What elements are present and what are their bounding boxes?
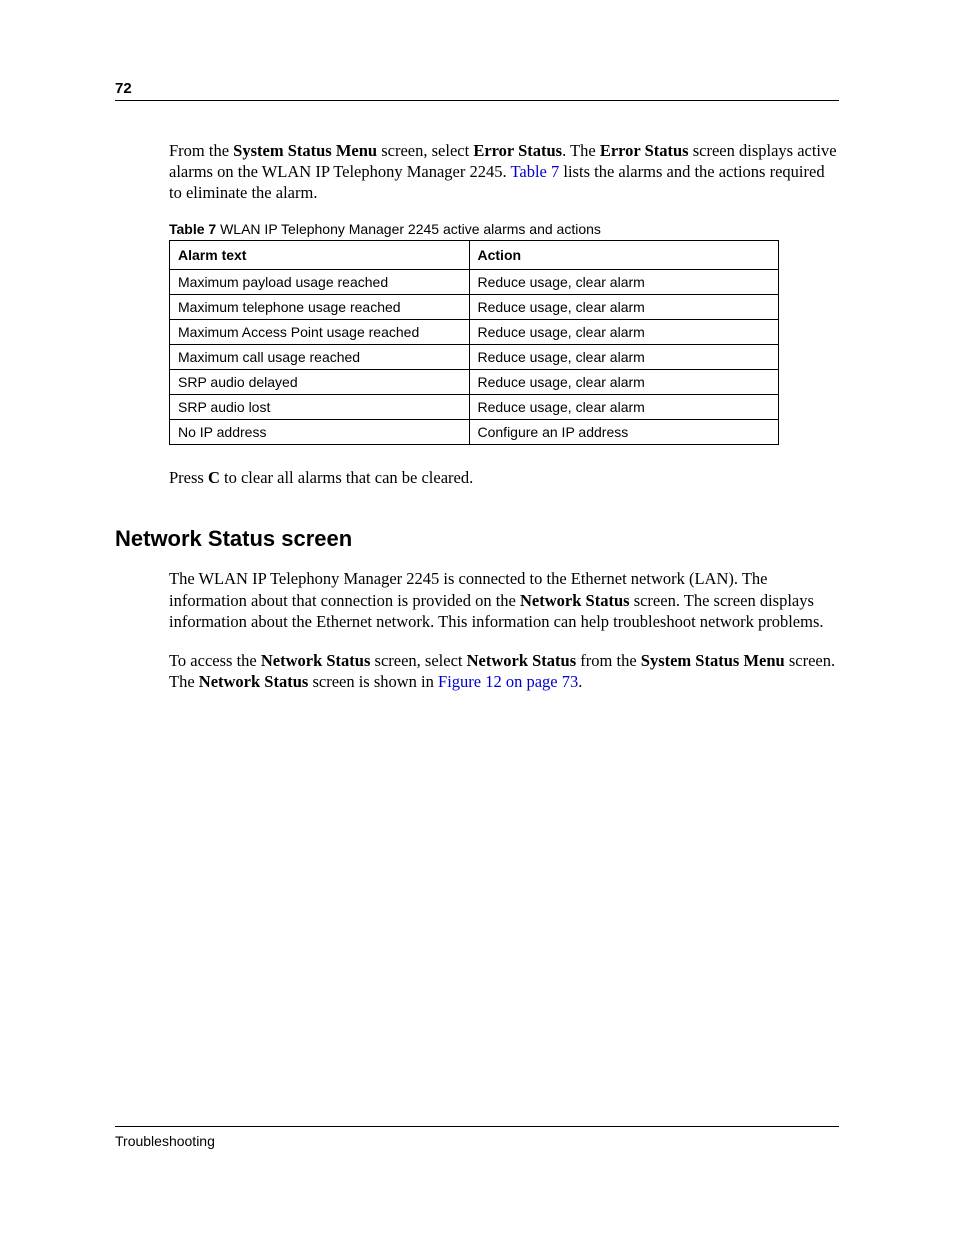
table-row: Maximum telephone usage reached Reduce u… — [170, 295, 779, 320]
cell-alarm-text: Maximum telephone usage reached — [170, 295, 470, 320]
network-status-paragraph-1: The WLAN IP Telephony Manager 2245 is co… — [169, 568, 839, 631]
cell-action: Reduce usage, clear alarm — [469, 370, 779, 395]
document-page: 72 From the System Status Menu screen, s… — [0, 0, 954, 1235]
col-header-action: Action — [469, 241, 779, 270]
text-bold: Network Status — [199, 672, 309, 691]
text: From the — [169, 141, 233, 160]
cell-alarm-text: No IP address — [170, 420, 470, 445]
text: screen, select — [370, 651, 466, 670]
table-row: SRP audio delayed Reduce usage, clear al… — [170, 370, 779, 395]
text: To access the — [169, 651, 261, 670]
cell-action: Reduce usage, clear alarm — [469, 270, 779, 295]
table-row: No IP address Configure an IP address — [170, 420, 779, 445]
text: to clear all alarms that can be cleared. — [220, 468, 473, 487]
cell-action: Reduce usage, clear alarm — [469, 295, 779, 320]
text: screen is shown in — [308, 672, 438, 691]
cell-action: Reduce usage, clear alarm — [469, 320, 779, 345]
text-bold: C — [208, 468, 220, 487]
table-row: SRP audio lost Reduce usage, clear alarm — [170, 395, 779, 420]
table-header-row: Alarm text Action — [170, 241, 779, 270]
page-number: 72 — [115, 80, 132, 97]
text: . — [578, 672, 582, 691]
text-bold: Error Status — [473, 141, 562, 160]
text: screen, select — [377, 141, 473, 160]
cell-action: Reduce usage, clear alarm — [469, 395, 779, 420]
table-row: Maximum payload usage reached Reduce usa… — [170, 270, 779, 295]
cell-alarm-text: SRP audio delayed — [170, 370, 470, 395]
header-rule — [115, 100, 839, 101]
table-row: Maximum call usage reached Reduce usage,… — [170, 345, 779, 370]
caption-text: WLAN IP Telephony Manager 2245 active al… — [216, 221, 601, 237]
text-bold: System Status Menu — [641, 651, 785, 670]
text-bold: Network Status — [467, 651, 577, 670]
alarm-table: Alarm text Action Maximum payload usage … — [169, 240, 779, 445]
cell-action: Reduce usage, clear alarm — [469, 345, 779, 370]
cell-action: Configure an IP address — [469, 420, 779, 445]
text: . The — [562, 141, 600, 160]
network-status-paragraph-2: To access the Network Status screen, sel… — [169, 650, 839, 692]
text-bold: Network Status — [261, 651, 371, 670]
text-bold: Network Status — [520, 591, 630, 610]
text: from the — [576, 651, 641, 670]
section-heading-network-status: Network Status screen — [115, 526, 839, 552]
caption-label: Table 7 — [169, 221, 216, 237]
text-bold: Error Status — [600, 141, 689, 160]
page-content: From the System Status Menu screen, sele… — [115, 80, 839, 692]
press-c-paragraph: Press C to clear all alarms that can be … — [169, 467, 839, 488]
table-row: Maximum Access Point usage reached Reduc… — [170, 320, 779, 345]
cell-alarm-text: Maximum call usage reached — [170, 345, 470, 370]
link-figure-12[interactable]: Figure 12 on page 73 — [438, 672, 578, 691]
footer-rule — [115, 1126, 839, 1127]
cell-alarm-text: Maximum payload usage reached — [170, 270, 470, 295]
intro-paragraph: From the System Status Menu screen, sele… — [169, 140, 839, 203]
table-caption: Table 7 WLAN IP Telephony Manager 2245 a… — [169, 221, 839, 237]
link-table-7[interactable]: Table 7 — [510, 162, 559, 181]
col-header-alarm-text: Alarm text — [170, 241, 470, 270]
text-bold: System Status Menu — [233, 141, 377, 160]
cell-alarm-text: Maximum Access Point usage reached — [170, 320, 470, 345]
text: Press — [169, 468, 208, 487]
footer-text: Troubleshooting — [115, 1133, 215, 1149]
cell-alarm-text: SRP audio lost — [170, 395, 470, 420]
